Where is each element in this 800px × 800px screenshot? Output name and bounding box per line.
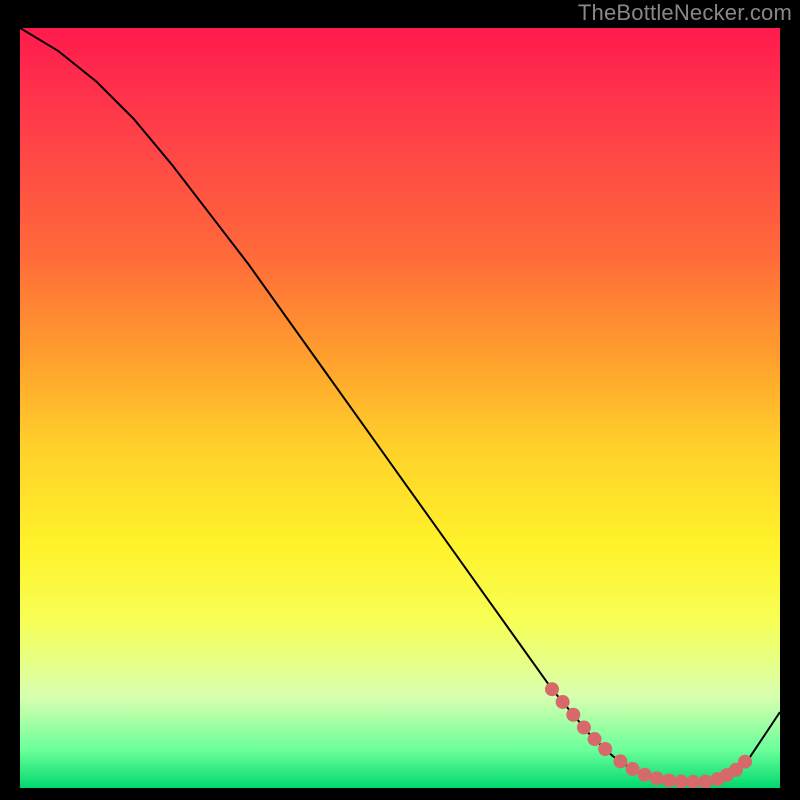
curve-dots (545, 682, 752, 788)
curve-dot (598, 742, 612, 756)
curve-dot (686, 775, 700, 788)
curve-dot (545, 682, 559, 696)
curve-dot (650, 771, 664, 785)
attribution-label: TheBottleNecker.com (578, 0, 792, 26)
curve-dot (626, 762, 640, 776)
curve-dot (699, 775, 713, 788)
curve-dot (662, 773, 676, 787)
curve-dot (577, 721, 591, 735)
curve-dot (556, 695, 570, 709)
bottleneck-curve (20, 28, 780, 782)
curve-svg (20, 28, 780, 788)
curve-dot (613, 754, 627, 768)
curve-dot (566, 708, 580, 722)
curve-dot (674, 775, 688, 788)
curve-dot (588, 732, 602, 746)
chart-container: TheBottleNecker.com (0, 0, 800, 800)
curve-dot (638, 768, 652, 782)
curve-dot (738, 755, 752, 769)
plot-area (20, 28, 780, 788)
